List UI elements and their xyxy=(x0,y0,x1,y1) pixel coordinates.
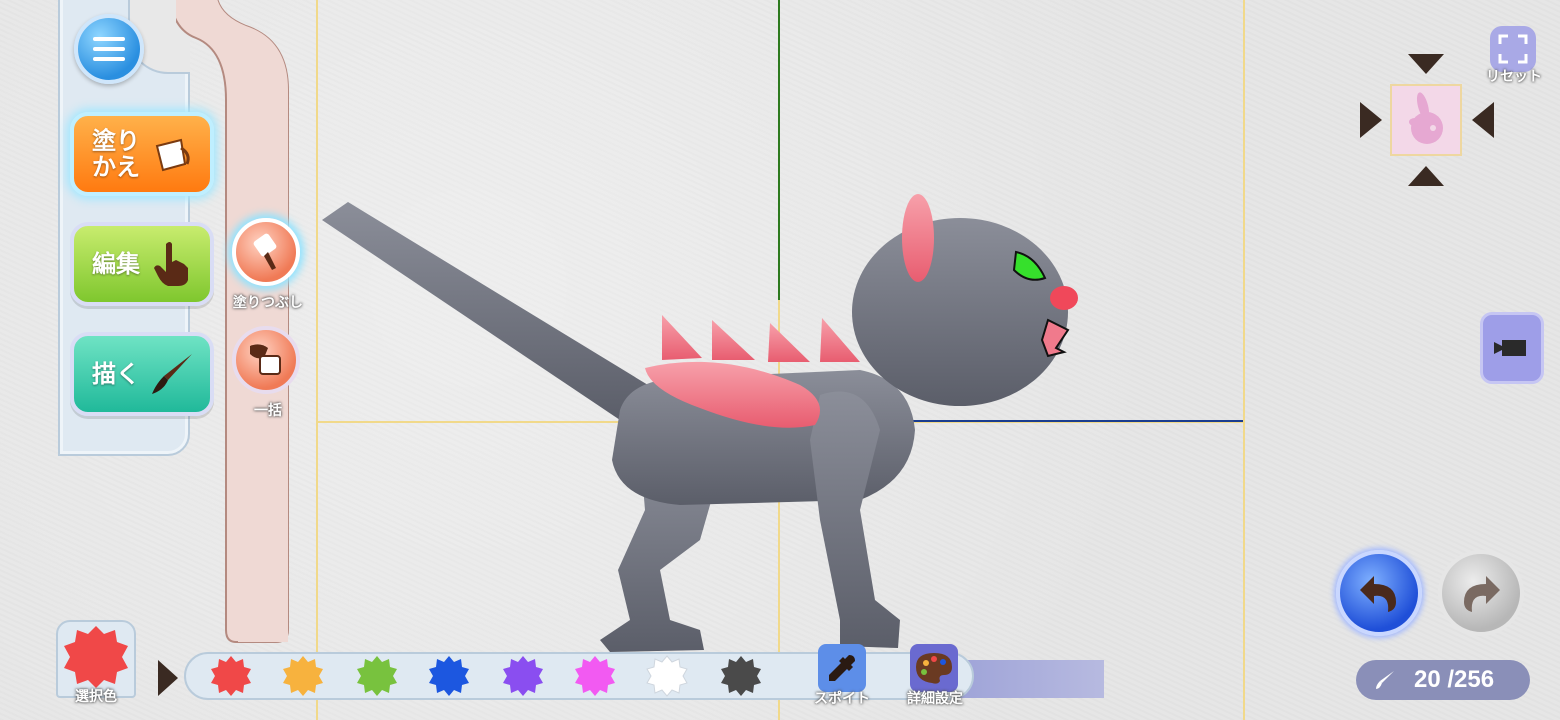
bulk-paint-icon xyxy=(250,344,281,375)
creature-model[interactable] xyxy=(300,180,1100,660)
stroke-counter: 20 /256 xyxy=(1356,660,1530,700)
redo-button[interactable] xyxy=(1438,550,1524,636)
selected-color-label: 選択色 xyxy=(75,689,117,705)
undo-arrow-icon xyxy=(1360,576,1396,612)
creature-spike xyxy=(768,323,810,362)
palette-swatch-blue[interactable] xyxy=(428,655,470,697)
guide-line-right xyxy=(1243,0,1245,720)
rotate-left-arrow[interactable] xyxy=(1360,102,1382,138)
bulk-tool-label: 一括 xyxy=(254,403,282,419)
eyedropper-icon xyxy=(829,655,855,681)
draw-mode-label: 描く xyxy=(92,360,140,388)
redo-arrow-icon xyxy=(1464,576,1500,612)
eyedropper-label: スポイト xyxy=(814,691,870,707)
palette-swatch-magenta[interactable] xyxy=(574,655,616,697)
tool-strip xyxy=(176,0,289,643)
artist-palette-icon xyxy=(916,653,952,684)
rotate-right-arrow[interactable] xyxy=(1472,102,1494,138)
expand-icon xyxy=(1498,34,1528,64)
recolor-mode-label: 塗り かえ xyxy=(92,127,140,181)
palette-swatch-white[interactable] xyxy=(646,655,688,697)
palette-swatch-purple[interactable] xyxy=(502,655,544,697)
creature-spike xyxy=(662,315,702,360)
advanced-settings-label: 詳細設定 xyxy=(907,691,963,707)
palette-swatch-red[interactable] xyxy=(210,655,252,697)
creature-nose xyxy=(1050,286,1078,310)
creature-tail xyxy=(322,202,648,420)
fill-brush-icon xyxy=(253,233,277,270)
creature-spike xyxy=(712,320,755,360)
creature-silhouette-icon xyxy=(1409,92,1443,144)
fill-tool-button[interactable] xyxy=(232,218,300,286)
creature-ear xyxy=(902,194,934,282)
advanced-settings-button[interactable] xyxy=(910,644,958,692)
undo-button[interactable] xyxy=(1336,550,1422,636)
stroke-count-text: 20 /256 xyxy=(1414,666,1495,693)
palette-swatch-dark-gray[interactable] xyxy=(720,655,762,697)
eyedropper-button[interactable] xyxy=(818,644,866,692)
creature-head xyxy=(852,218,1068,406)
palette-bar-extension xyxy=(960,660,1104,698)
palette-swatch-orange[interactable] xyxy=(282,655,324,697)
camera-button[interactable] xyxy=(1480,312,1544,384)
rotate-up-arrow[interactable] xyxy=(1408,54,1444,74)
fill-tool-label: 塗りつぶし xyxy=(232,295,304,311)
rotate-down-arrow[interactable] xyxy=(1408,166,1444,186)
view-orientation-preview[interactable] xyxy=(1390,84,1462,156)
selected-color-swatch xyxy=(64,626,128,688)
video-camera-icon xyxy=(1494,340,1526,356)
hamburger-icon xyxy=(93,37,125,61)
camera-reset-label: リセット xyxy=(1486,69,1542,85)
palette-expand-arrow[interactable] xyxy=(158,660,178,696)
edit-mode-label: 編集 xyxy=(92,250,140,278)
menu-button[interactable] xyxy=(74,14,144,84)
brush-icon xyxy=(1376,671,1394,689)
palette-swatch-green[interactable] xyxy=(356,655,398,697)
bulk-tool-button[interactable] xyxy=(232,326,300,394)
